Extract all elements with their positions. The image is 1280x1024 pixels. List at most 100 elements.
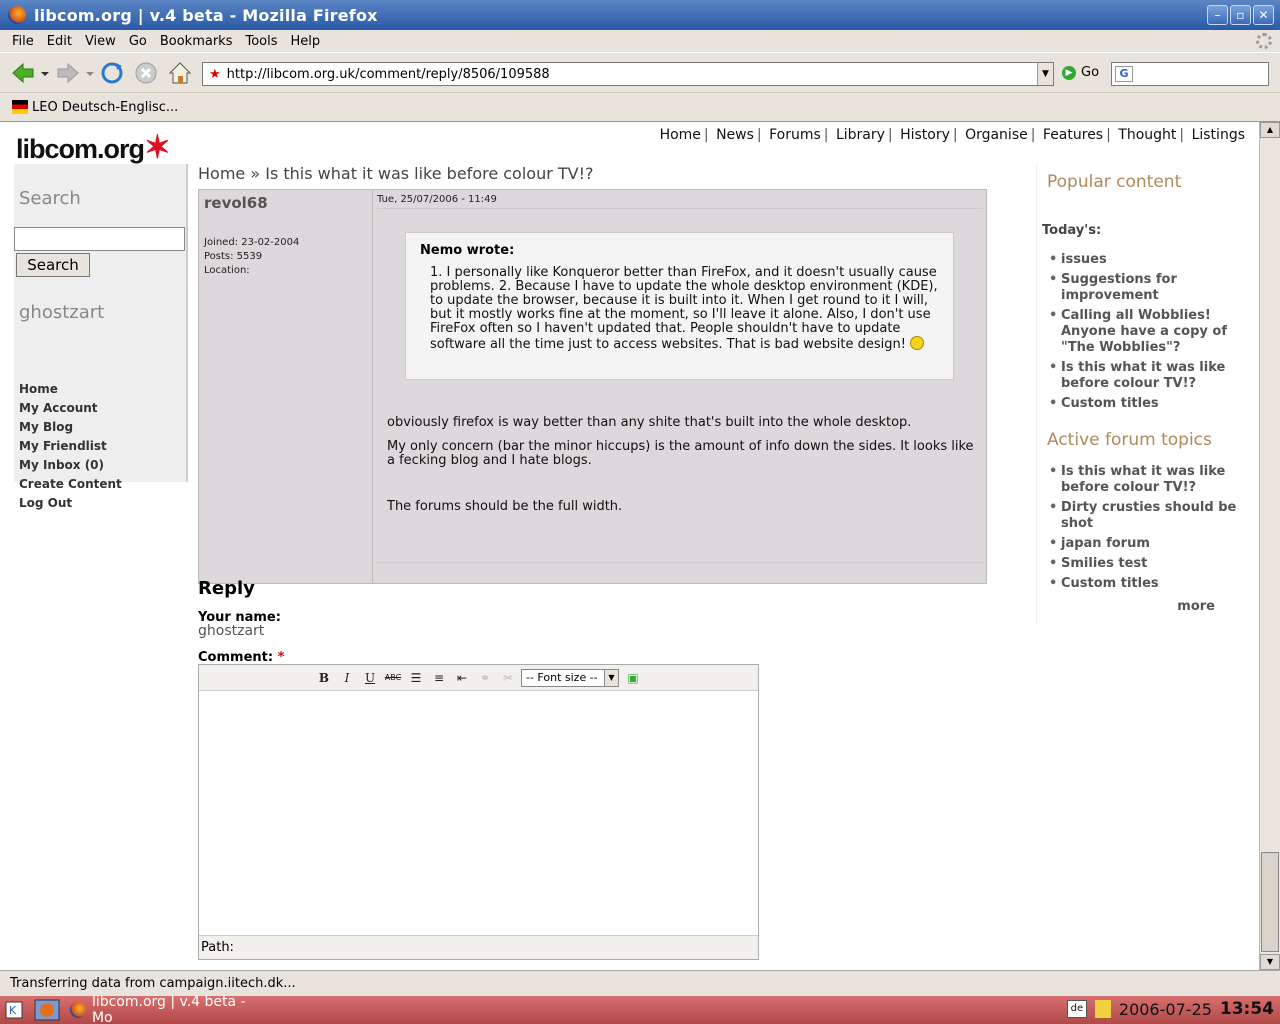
menu-tools[interactable]: Tools [245, 34, 277, 49]
user-link-create-content[interactable]: Create Content [19, 477, 122, 496]
nav-features[interactable]: Features [1043, 127, 1103, 143]
user-link-inbox[interactable]: My Inbox (0) [19, 458, 122, 477]
popular-item[interactable]: Calling all Wobblies! Anyone have a copy… [1049, 308, 1254, 356]
author-location: Location: [204, 265, 250, 276]
active-topic-item[interactable]: Dirty crusties should be shot [1049, 500, 1254, 532]
clock-date[interactable]: 2006-07-25 [1119, 1000, 1212, 1019]
nav-organise[interactable]: Organise [965, 127, 1028, 143]
quote-header: Nemo wrote: [420, 243, 515, 258]
clock-time[interactable]: 13:54 [1220, 999, 1274, 1019]
status-bar: Transferring data from campaign.iitech.d… [0, 970, 1280, 996]
quote-block: Nemo wrote: 1. I personally like Konquer… [405, 232, 954, 380]
maximize-button[interactable]: ▫ [1230, 5, 1251, 25]
bold-icon[interactable]: B [315, 670, 333, 686]
unlink-icon[interactable]: ✂ [499, 670, 517, 686]
reload-icon[interactable] [99, 60, 125, 86]
menu-edit[interactable]: Edit [47, 34, 72, 49]
bookmark-leo[interactable]: LEO Deutsch-Englisc... [32, 100, 178, 115]
menu-bookmarks[interactable]: Bookmarks [160, 34, 233, 49]
comment-editor: B I U ABC ☰ ≡ ⇤ ⚭ ✂ -- Font size -- ▼ ▣ P… [198, 664, 759, 960]
bookmarks-toolbar: LEO Deutsch-Englisc... [0, 92, 1280, 122]
author-info: Joined: 23-02-2004 Posts: 5539 Location: [204, 236, 299, 278]
stop-icon[interactable] [133, 60, 159, 86]
italic-icon[interactable]: I [338, 670, 356, 686]
system-tray: de 2006-07-25 13:54 [1066, 999, 1274, 1019]
tray-app-icon[interactable] [1094, 1000, 1111, 1018]
search-input[interactable] [14, 227, 185, 251]
breadcrumb-current[interactable]: Is this what it was like before colour T… [265, 164, 593, 183]
scroll-down-icon[interactable]: ▼ [1260, 954, 1280, 970]
go-button[interactable]: ▶ Go [1062, 65, 1099, 80]
active-topic-item[interactable]: Is this what it was like before colour T… [1049, 464, 1254, 496]
nav-thought[interactable]: Thought [1118, 127, 1176, 143]
window-titlebar: libcom.org | v.4 beta - Mozilla Firefox … [0, 0, 1280, 30]
active-topic-item[interactable]: Custom titles [1049, 576, 1254, 592]
outdent-icon[interactable]: ⇤ [453, 670, 471, 686]
bullet-list-icon[interactable]: ☰ [407, 670, 425, 686]
scroll-up-icon[interactable]: ▲ [1260, 122, 1280, 138]
user-link-friendlist[interactable]: My Friendlist [19, 439, 122, 458]
menu-view[interactable]: View [85, 34, 116, 49]
user-link-blog[interactable]: My Blog [19, 420, 122, 439]
url-text[interactable]: http://libcom.org.uk/comment/reply/8506/… [227, 67, 550, 82]
menu-go[interactable]: Go [129, 34, 147, 49]
navigation-toolbar: ★ http://libcom.org.uk/comment/reply/850… [0, 52, 1280, 92]
search-engine-box[interactable]: G [1111, 62, 1269, 86]
active-topic-item[interactable]: japan forum [1049, 536, 1254, 552]
vertical-scrollbar[interactable]: ▲ ▼ [1259, 122, 1280, 970]
task-title: libcom.org | v.4 beta - Mo [91, 994, 246, 1024]
forward-dropdown-icon[interactable] [85, 60, 95, 86]
divider [377, 562, 983, 563]
editor-toolbar: B I U ABC ☰ ≡ ⇤ ⚭ ✂ -- Font size -- ▼ ▣ [199, 665, 758, 691]
url-dropdown-icon[interactable]: ▼ [1037, 63, 1053, 85]
nav-library[interactable]: Library [836, 127, 885, 143]
nav-forums[interactable]: Forums [769, 127, 821, 143]
image-icon[interactable]: ▣ [624, 670, 642, 686]
scroll-thumb[interactable] [1261, 852, 1279, 952]
menu-help[interactable]: Help [291, 34, 321, 49]
search-heading: Search [19, 188, 81, 209]
user-link-home[interactable]: Home [19, 382, 122, 401]
link-icon[interactable]: ⚭ [476, 670, 494, 686]
nav-home[interactable]: Home [660, 127, 701, 143]
font-size-select[interactable]: -- Font size -- ▼ [521, 669, 619, 687]
search-button[interactable]: Search [16, 253, 90, 277]
dropdown-arrow-icon[interactable]: ▼ [604, 670, 618, 686]
strikethrough-icon[interactable]: ABC [384, 670, 402, 686]
numbered-list-icon[interactable]: ≡ [430, 670, 448, 686]
logo-star-icon: ✶ [144, 129, 171, 165]
back-icon[interactable] [10, 60, 36, 86]
nav-listings[interactable]: Listings [1192, 127, 1245, 143]
keyboard-layout-indicator[interactable]: de [1066, 1000, 1087, 1018]
comment-paragraph: My only concern (bar the minor hiccups) … [387, 439, 974, 468]
menu-file[interactable]: File [12, 34, 34, 49]
url-bar[interactable]: ★ http://libcom.org.uk/comment/reply/850… [202, 62, 1054, 86]
forward-icon[interactable] [55, 60, 81, 86]
breadcrumb-home[interactable]: Home [198, 164, 245, 183]
firefox-launcher-icon[interactable] [34, 999, 60, 1021]
nav-history[interactable]: History [900, 127, 950, 143]
editor-path-bar: Path: [199, 935, 758, 959]
back-dropdown-icon[interactable] [40, 60, 50, 86]
popular-item[interactable]: Custom titles [1049, 396, 1254, 412]
minimize-button[interactable]: – [1207, 5, 1228, 25]
taskbar-task-firefox[interactable]: libcom.org | v.4 beta - Mo [70, 994, 270, 1024]
popular-list: issues Suggestions for improvement Calli… [1049, 252, 1254, 416]
more-link[interactable]: more [1177, 599, 1215, 614]
kde-menu-icon[interactable]: K [4, 999, 24, 1021]
home-icon[interactable] [167, 60, 193, 86]
nav-news[interactable]: News [716, 127, 754, 143]
popular-item[interactable]: issues [1049, 252, 1254, 268]
underline-icon[interactable]: U [361, 670, 379, 686]
divider [377, 208, 983, 209]
google-icon[interactable]: G [1115, 66, 1133, 82]
site-logo[interactable]: libcom.org✶ [16, 128, 171, 166]
popular-item[interactable]: Is this what it was like before colour T… [1049, 360, 1254, 392]
user-link-logout[interactable]: Log Out [19, 496, 122, 515]
close-button[interactable]: ✕ [1253, 5, 1274, 25]
active-topic-item[interactable]: Smilies test [1049, 556, 1254, 572]
comment-author[interactable]: revol68 [204, 194, 268, 212]
user-link-account[interactable]: My Account [19, 401, 122, 420]
path-label: Path: [201, 940, 234, 955]
popular-item[interactable]: Suggestions for improvement [1049, 272, 1254, 304]
